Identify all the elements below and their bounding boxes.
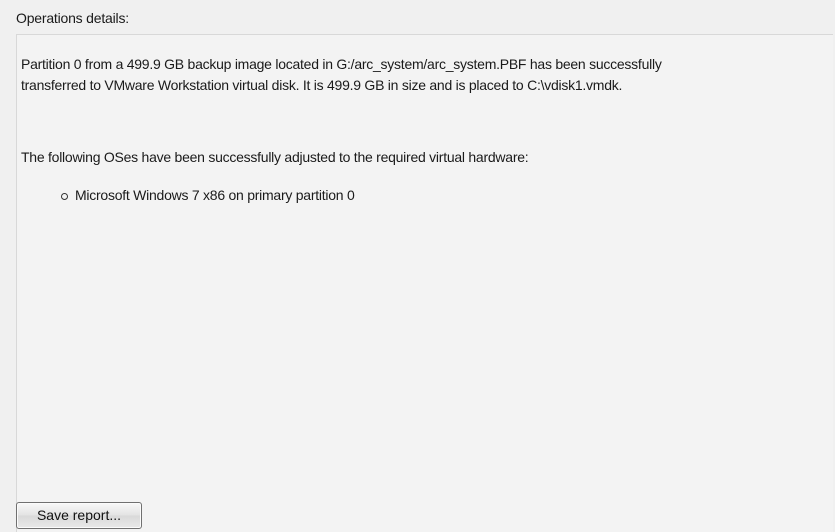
operations-details-panel: Operations details: Partition 0 from a 4… — [0, 0, 835, 532]
os-intro-text: The following OSes have been successfull… — [21, 149, 529, 165]
operations-details-text-area[interactable]: Partition 0 from a 499.9 GB backup image… — [16, 34, 833, 532]
operations-details-label: Operations details: — [16, 10, 129, 26]
os-list-item: Microsoft Windows 7 x86 on primary parti… — [61, 185, 355, 206]
details-line-2: transferred to VMware Workstation virtua… — [21, 77, 623, 93]
save-report-button[interactable]: Save report... — [16, 502, 142, 529]
details-line-1: Partition 0 from a 499.9 GB backup image… — [21, 56, 662, 72]
os-list: Microsoft Windows 7 x86 on primary parti… — [61, 185, 355, 206]
bullet-icon — [61, 192, 68, 200]
os-list-item-label: Microsoft Windows 7 x86 on primary parti… — [75, 187, 355, 203]
